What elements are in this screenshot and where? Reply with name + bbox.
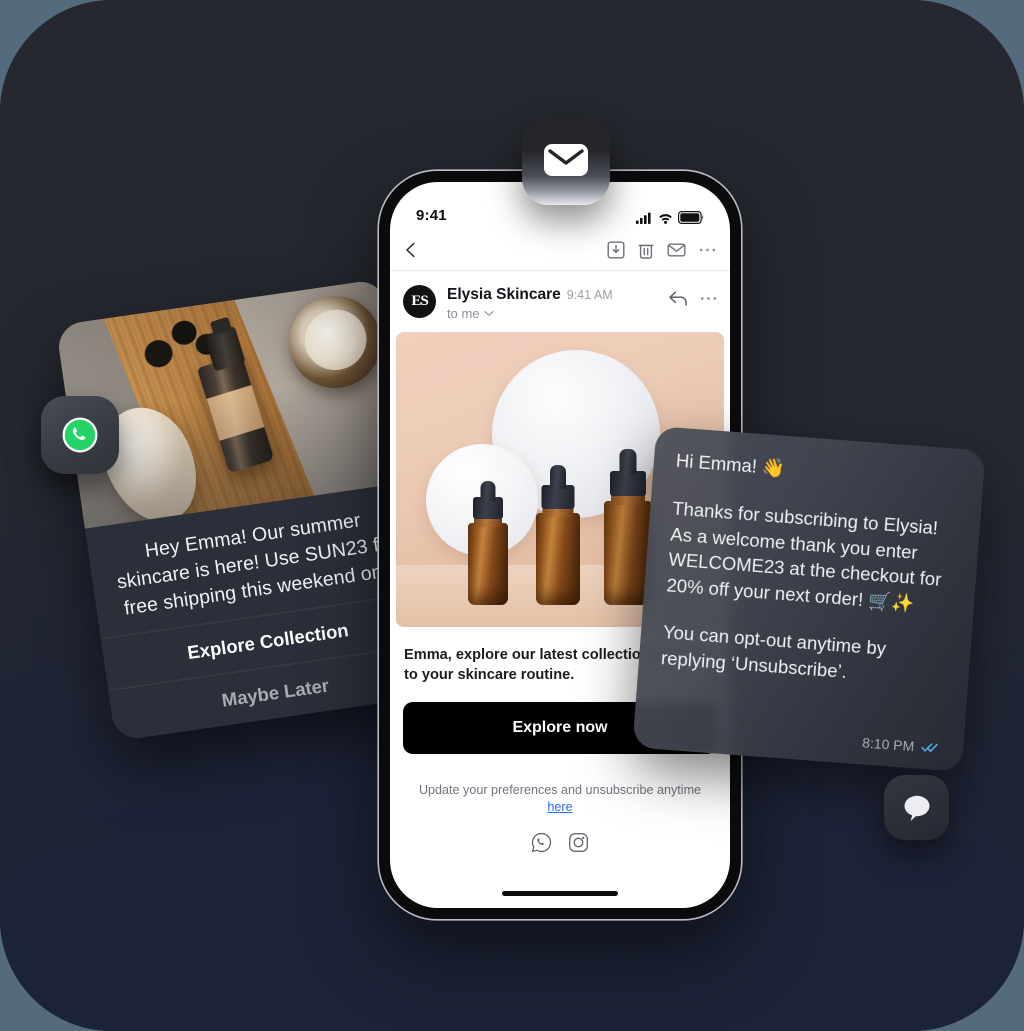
instagram-icon[interactable]	[568, 832, 589, 853]
more-icon[interactable]	[699, 290, 718, 307]
screenshot-stage: Hey Emma! Our summer skincare is here! U…	[0, 0, 1024, 1031]
envelope-icon	[544, 144, 588, 176]
mail-sender-block: Elysia Skincare 9:41 AM to me	[436, 285, 613, 321]
whatsapp-timestamp: 8:10 PM	[861, 734, 915, 755]
whatsapp-greeting: Hi Emma! 👋	[675, 449, 786, 479]
whatsapp-optout-note: You can opt-out anytime by replying ‘Uns…	[660, 621, 887, 682]
dropper-bottle-small	[468, 481, 508, 605]
recipient-row[interactable]: to me	[447, 306, 613, 321]
chevron-down-icon	[483, 310, 494, 316]
whatsapp-app-badge[interactable]	[41, 396, 119, 474]
status-bar-icons	[636, 211, 704, 224]
mail-message-header: ES Elysia Skincare 9:41 AM to me	[390, 271, 730, 332]
unsubscribe-link[interactable]: here	[547, 800, 572, 814]
trash-icon[interactable]	[637, 241, 655, 259]
chat-bubble-icon	[904, 795, 929, 821]
double-check-icon	[921, 743, 938, 753]
whatsapp-message-meta: 8:10 PM	[862, 734, 940, 756]
message-time: 9:41 AM	[566, 288, 613, 302]
chat-app-icon[interactable]	[884, 775, 949, 840]
chevron-left-icon[interactable]	[401, 240, 421, 260]
wifi-icon	[659, 214, 672, 224]
battery-icon	[678, 211, 704, 224]
envelope-icon[interactable]	[667, 241, 686, 259]
bottle-glass	[536, 513, 580, 605]
whatsapp-icon	[62, 417, 98, 453]
recipient-label: to me	[447, 306, 480, 321]
status-bar-time: 9:41	[416, 207, 447, 224]
mail-app-icon[interactable]	[522, 115, 610, 205]
mail-message-actions	[668, 285, 718, 307]
footer-text: Update your preferences and unsubscribe …	[418, 783, 702, 797]
email-footer: Update your preferences and unsubscribe …	[390, 782, 730, 853]
bottle-pipette-bulb	[619, 449, 637, 475]
mail-toolbar-actions	[607, 241, 717, 259]
whatsapp-body: Thanks for subscribing to Elysia! As a w…	[665, 497, 943, 614]
dropper-bottle-medium	[536, 463, 580, 605]
footer-social-links	[416, 832, 704, 853]
bottle-glass	[468, 523, 508, 605]
sender-row: Elysia Skincare 9:41 AM	[447, 286, 613, 304]
whatsapp-message-bubble[interactable]: Hi Emma! 👋 Thanks for subscribing to Ely…	[632, 426, 986, 772]
sender-name: Elysia Skincare	[447, 286, 561, 303]
cellular-signal-icon	[636, 212, 651, 224]
bottle-pipette-bulb	[550, 465, 566, 489]
avatar: ES	[403, 285, 436, 318]
bottle-pipette-bulb	[480, 481, 496, 501]
whatsapp-icon[interactable]	[531, 832, 552, 853]
more-icon[interactable]	[698, 241, 717, 259]
reply-icon[interactable]	[668, 290, 688, 307]
archive-icon[interactable]	[607, 241, 625, 259]
mail-toolbar	[390, 230, 730, 271]
home-indicator	[502, 891, 618, 896]
